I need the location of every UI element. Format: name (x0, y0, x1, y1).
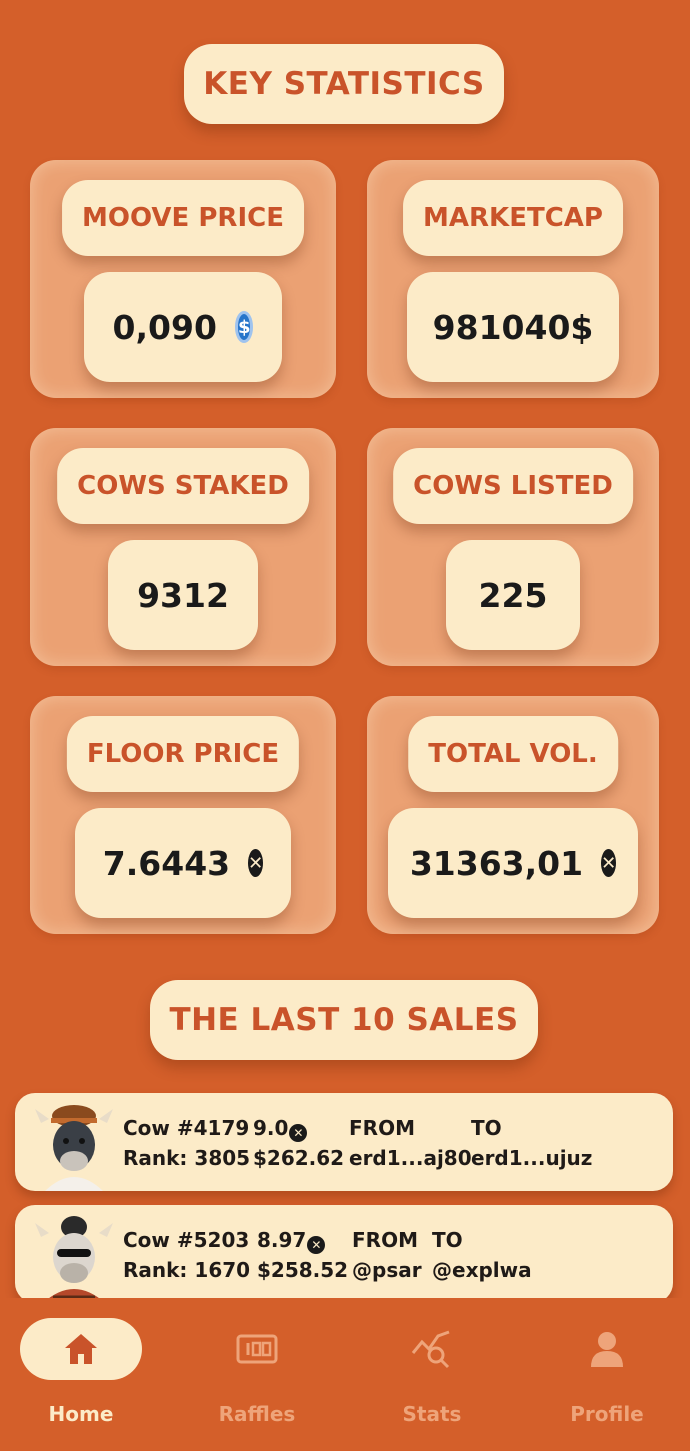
sale-to-address: erd1...ujuz (471, 1146, 593, 1170)
stats-search-icon (411, 1330, 450, 1369)
floor-price-value: 7.6443 (102, 843, 231, 883)
floor-price-value-box: 7.6443 ✕ (75, 808, 291, 918)
moove-price-card: MOOVE PRICE 0,090 $ (30, 160, 336, 398)
nav-home-label: Home (48, 1402, 114, 1426)
ticket-icon (236, 1334, 278, 1364)
nav-profile-label: Profile (570, 1402, 644, 1426)
total-volume-label: TOTAL VOL. (408, 716, 618, 792)
cows-listed-card: COWS LISTED 225 (367, 428, 659, 666)
marketcap-card: MARKETCAP 981040$ (367, 160, 659, 398)
moove-price-value: 0,090 (112, 307, 217, 347)
total-volume-value-box: 31363,01 ✕ (388, 808, 638, 918)
nav-stats[interactable]: Stats (367, 1318, 497, 1438)
sale-cow-info: Cow #5203 Rank: 1670 (123, 1225, 250, 1285)
key-statistics-heading: KEY STATISTICS (184, 44, 504, 124)
nav-home-icon-wrap[interactable] (20, 1318, 142, 1380)
egld-icon: ✕ (307, 1236, 326, 1254)
sale-from-address: @psar (352, 1258, 422, 1282)
moove-price-value-box: 0,090 $ (84, 272, 282, 382)
sale-price-info: 8.97 ✕ $258.52 (257, 1225, 348, 1285)
bottom-nav: Home Raffles Stats Profile (0, 1298, 690, 1451)
sale-to-info: TO @explwa (432, 1225, 532, 1285)
cows-listed-value: 225 (478, 575, 548, 615)
sale-from-info: FROM @psar (352, 1225, 422, 1285)
nav-profile-icon-wrap[interactable] (546, 1318, 668, 1380)
egld-icon: ✕ (601, 849, 617, 877)
sale-cow-rank: Rank: 1670 (123, 1258, 251, 1282)
sale-from-info: FROM erd1...aj80 (349, 1113, 472, 1173)
marketcap-value-box: 981040$ (407, 272, 619, 382)
user-icon (591, 1332, 623, 1367)
usdc-icon: $ (234, 311, 254, 343)
floor-price-card: FLOOR PRICE 7.6443 ✕ (30, 696, 336, 934)
cows-staked-label: COWS STAKED (57, 448, 309, 524)
marketcap-value: 981040$ (432, 307, 594, 347)
egld-icon: ✕ (289, 1124, 308, 1142)
cows-staked-value-box: 9312 (108, 540, 258, 650)
sale-to-info: TO erd1...ujuz (471, 1113, 592, 1173)
nav-raffles-label: Raffles (218, 1402, 296, 1426)
cows-staked-value: 9312 (137, 575, 229, 615)
sale-from-address: erd1...aj80 (349, 1146, 472, 1170)
egld-icon: ✕ (248, 849, 264, 877)
nav-profile[interactable]: Profile (542, 1318, 672, 1438)
nav-raffles[interactable]: Raffles (192, 1318, 322, 1438)
sale-from-label: FROM (349, 1116, 415, 1140)
home-icon (65, 1334, 97, 1364)
sale-usd: $262.62 (253, 1146, 345, 1170)
sale-row[interactable]: Cow #5203 Rank: 1670 8.97 ✕ $258.52 FROM … (15, 1205, 673, 1303)
sale-row[interactable]: Cow #4179 Rank: 3805 9.0 ✕ $262.62 FROM e… (15, 1093, 673, 1191)
sale-to-address: @explwa (432, 1258, 532, 1282)
cows-listed-label: COWS LISTED (393, 448, 633, 524)
cow-avatar (35, 1105, 113, 1191)
nav-stats-label: Stats (402, 1402, 462, 1426)
nav-stats-icon-wrap[interactable] (371, 1318, 493, 1380)
nav-raffles-icon-wrap[interactable] (196, 1318, 318, 1380)
sale-usd: $258.52 (257, 1258, 349, 1282)
sale-price: 8.97 (257, 1228, 307, 1252)
sale-to-label: TO (432, 1228, 463, 1252)
floor-price-label: FLOOR PRICE (66, 716, 300, 792)
total-volume-value: 31363,01 (409, 843, 584, 883)
cows-staked-card: COWS STAKED 9312 (30, 428, 336, 666)
nav-home[interactable]: Home (16, 1318, 146, 1438)
sale-cow-name: Cow #5203 (123, 1228, 250, 1252)
sale-cow-rank: Rank: 3805 (123, 1146, 251, 1170)
marketcap-label: MARKETCAP (403, 180, 623, 256)
last-sales-heading: THE LAST 10 SALES (150, 980, 538, 1060)
total-volume-card: TOTAL VOL. 31363,01 ✕ (367, 696, 659, 934)
sale-price-info: 9.0 ✕ $262.62 (253, 1113, 344, 1173)
sale-from-label: FROM (352, 1228, 418, 1252)
cow-avatar (35, 1216, 113, 1303)
sale-price: 9.0 (253, 1116, 289, 1140)
moove-price-label: MOOVE PRICE (62, 180, 304, 256)
sale-cow-name: Cow #4179 (123, 1116, 250, 1140)
cows-listed-value-box: 225 (446, 540, 580, 650)
sale-to-label: TO (471, 1116, 502, 1140)
sale-cow-info: Cow #4179 Rank: 3805 (123, 1113, 250, 1173)
